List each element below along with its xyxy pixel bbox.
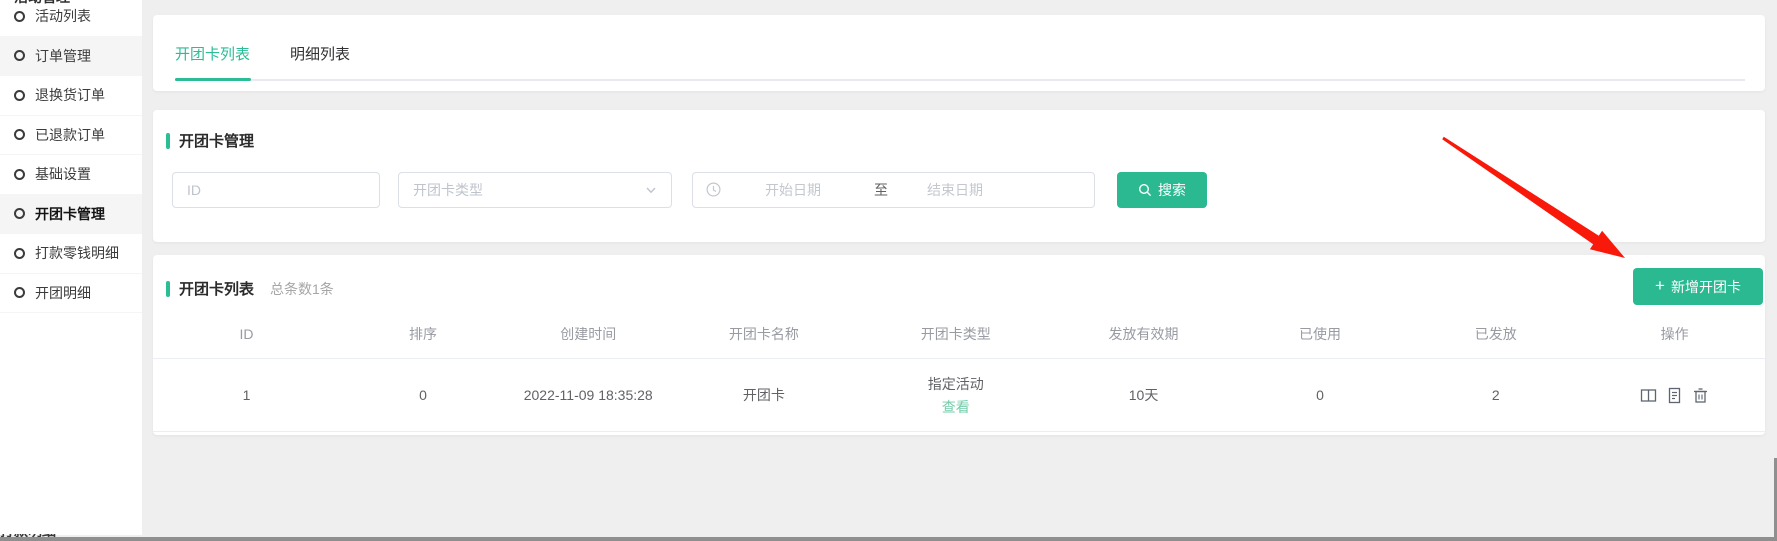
start-date-placeholder[interactable]: 开始日期 — [743, 173, 843, 207]
view-link[interactable]: 查看 — [942, 397, 970, 417]
card-book-icon[interactable] — [1640, 387, 1657, 404]
cell-validity: 10天 — [1054, 385, 1233, 405]
add-group-card-button[interactable]: + 新增开团卡 — [1633, 268, 1763, 305]
radio-circle-icon — [14, 248, 25, 259]
sidebar-item-return-orders[interactable]: 退换货订单 — [0, 76, 142, 116]
cell-id: 1 — [153, 387, 340, 403]
sidebar-item-group-card-management[interactable]: 开团卡管理 — [0, 195, 142, 235]
clock-icon — [706, 182, 721, 197]
section-accent-bar — [166, 281, 170, 297]
column-header-issued: 已发放 — [1407, 324, 1584, 344]
column-header-created: 创建时间 — [506, 324, 670, 344]
column-header-type: 开团卡类型 — [857, 324, 1054, 344]
column-header-actions: 操作 — [1584, 324, 1765, 344]
sidebar-item-label: 开团卡管理 — [35, 204, 105, 224]
radio-circle-icon — [14, 129, 25, 140]
filter-section-title: 开团卡管理 — [179, 130, 254, 151]
search-button[interactable]: 搜索 — [1117, 172, 1207, 208]
table-row: 1 0 2022-11-09 18:35:28 开团卡 指定活动 查看 10天 … — [153, 358, 1765, 432]
radio-circle-icon — [14, 90, 25, 101]
active-tab-underline — [175, 78, 251, 81]
sidebar-item-payment-change-detail[interactable]: 打款零钱明细 — [0, 234, 142, 274]
sidebar-item-label: 已退款订单 — [35, 125, 105, 145]
radio-circle-icon — [14, 287, 25, 298]
sidebar-item-label: 退换货订单 — [35, 85, 105, 105]
sidebar-item-label: 订单管理 — [35, 46, 91, 66]
tab-group-card-list[interactable]: 开团卡列表 — [175, 43, 250, 64]
cell-sort: 0 — [340, 387, 506, 403]
column-header-validity: 发放有效期 — [1054, 324, 1233, 344]
cell-created: 2022-11-09 18:35:28 — [506, 387, 670, 403]
list-card: 开团卡列表 总条数1条 + 新增开团卡 ID 排序 创建时间 开团卡名称 开团卡… — [153, 255, 1765, 435]
chevron-down-icon — [645, 184, 657, 196]
id-input[interactable] — [172, 172, 380, 208]
date-separator: 至 — [861, 173, 901, 207]
end-date-placeholder[interactable]: 结束日期 — [905, 173, 1005, 207]
tab-card: 开团卡列表 明细列表 — [153, 15, 1765, 91]
page: 活动列表 订单管理 退换货订单 已退款订单 基础设置 开团卡管理 — [0, 0, 1777, 541]
cell-name: 开团卡 — [670, 385, 857, 405]
sidebar-item-label: 开团明细 — [35, 283, 91, 303]
total-count-text: 总条数1条 — [270, 279, 334, 299]
search-icon — [1138, 183, 1152, 197]
tab-detail-list[interactable]: 明细列表 — [290, 43, 350, 64]
sidebar-item-refunded-orders[interactable]: 已退款订单 — [0, 116, 142, 156]
tabs-track-line — [175, 79, 1745, 81]
sidebar-item-basic-settings[interactable]: 基础设置 — [0, 155, 142, 195]
cell-issued: 2 — [1407, 387, 1584, 403]
column-header-id: ID — [153, 326, 340, 342]
horizontal-scrollbar[interactable] — [0, 537, 1777, 541]
search-button-label: 搜索 — [1158, 180, 1186, 200]
detail-document-icon[interactable] — [1666, 387, 1683, 404]
sidebar-item-activity-list[interactable]: 活动列表 — [0, 0, 142, 37]
sidebar: 活动列表 订单管理 退换货订单 已退款订单 基础设置 开团卡管理 — [0, 0, 142, 535]
column-header-sort: 排序 — [340, 324, 506, 344]
sidebar-item-order-management[interactable]: 订单管理 — [0, 37, 142, 77]
sidebar-item-label: 活动列表 — [35, 6, 91, 26]
radio-circle-icon — [14, 11, 25, 22]
filter-card: 开团卡管理 开团卡类型 开始日期 至 结束日期 搜索 — [153, 110, 1765, 242]
sidebar-item-label: 打款零钱明细 — [35, 243, 119, 263]
group-card-type-select[interactable]: 开团卡类型 — [398, 172, 672, 208]
radio-circle-icon — [14, 208, 25, 219]
cell-used: 0 — [1233, 387, 1407, 403]
table-header-row: ID 排序 创建时间 开团卡名称 开团卡类型 发放有效期 已使用 已发放 操作 — [153, 310, 1765, 358]
plus-icon: + — [1655, 277, 1665, 294]
sidebar-item-label: 基础设置 — [35, 164, 91, 184]
add-button-label: 新增开团卡 — [1671, 277, 1741, 297]
select-placeholder: 开团卡类型 — [413, 180, 645, 200]
cell-type: 指定活动 — [928, 374, 984, 394]
sidebar-clipped-item-top: 活动管理 — [0, 0, 142, 5]
trash-icon[interactable] — [1692, 387, 1709, 404]
date-range-picker[interactable]: 开始日期 至 结束日期 — [692, 172, 1095, 208]
list-section-title: 开团卡列表 — [179, 278, 254, 299]
section-accent-bar — [166, 133, 170, 149]
radio-circle-icon — [14, 169, 25, 180]
radio-circle-icon — [14, 50, 25, 61]
sidebar-item-group-detail[interactable]: 开团明细 — [0, 274, 142, 314]
column-header-name: 开团卡名称 — [670, 324, 857, 344]
column-header-used: 已使用 — [1233, 324, 1407, 344]
